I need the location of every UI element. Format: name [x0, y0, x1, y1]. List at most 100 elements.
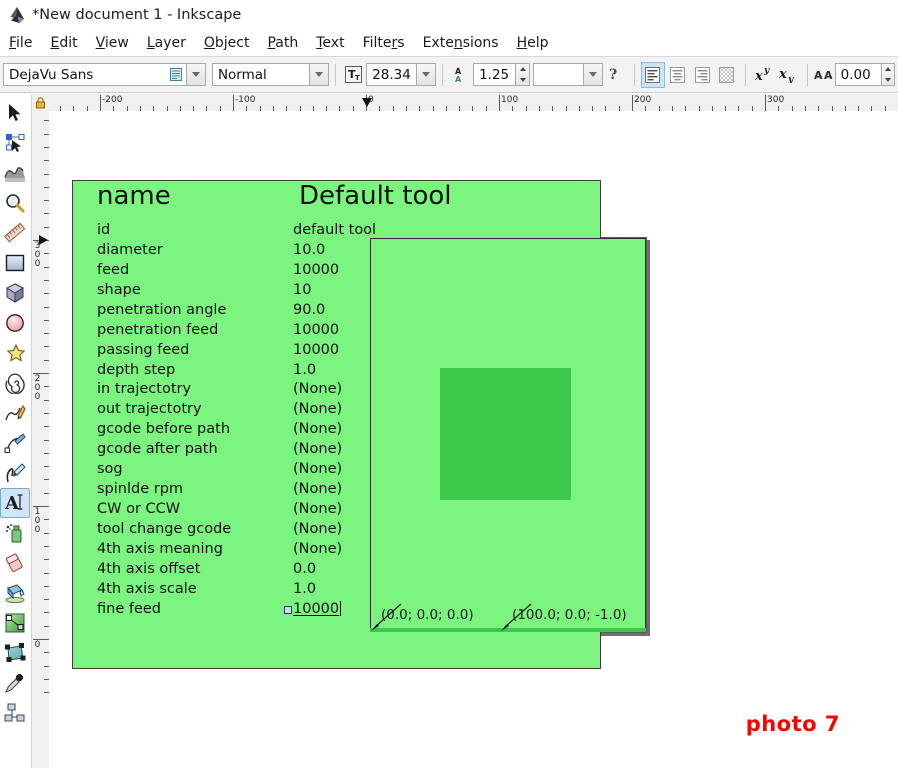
- measure-tool[interactable]: [0, 218, 30, 248]
- selector-tool[interactable]: [0, 98, 30, 128]
- table-row-value[interactable]: 0.0: [293, 561, 316, 577]
- table-row-key[interactable]: shape: [97, 282, 141, 298]
- table-row-key[interactable]: 4th axis scale: [97, 581, 197, 597]
- help-question-icon[interactable]: ?: [603, 62, 627, 88]
- line-spacing-input[interactable]: 1.25: [473, 63, 517, 86]
- letter-spacing-stepper[interactable]: [881, 63, 895, 86]
- stepper-down-icon[interactable]: [519, 77, 526, 82]
- table-row-key[interactable]: penetration angle: [97, 302, 226, 318]
- table-row-value[interactable]: 10: [293, 282, 311, 298]
- line-spacing-units-input[interactable]: [533, 63, 585, 86]
- table-row-value[interactable]: (None): [293, 541, 342, 557]
- table-row-value[interactable]: (None): [293, 441, 342, 457]
- ellipse-tool[interactable]: [0, 308, 30, 338]
- table-row-key[interactable]: spinlde rpm: [97, 481, 183, 497]
- table-row-key[interactable]: tool change gcode: [97, 521, 231, 537]
- table-row-key[interactable]: CW or CCW: [97, 501, 180, 517]
- text-tool[interactable]: A: [0, 488, 30, 518]
- table-row-value[interactable]: 90.0: [293, 302, 325, 318]
- font-size-input[interactable]: 28.34: [366, 63, 417, 86]
- line-spacing-units-dropdown-button[interactable]: [584, 63, 604, 86]
- star-tool[interactable]: [0, 338, 30, 368]
- table-row-value[interactable]: (None): [293, 481, 342, 497]
- font-style-input[interactable]: Normal: [211, 63, 310, 86]
- gradient-tool[interactable]: [0, 608, 30, 638]
- menu-path[interactable]: Path: [258, 33, 307, 53]
- connector-tool[interactable]: [0, 698, 30, 728]
- table-row-value[interactable]: 1.0: [293, 581, 316, 597]
- calligraphy-tool[interactable]: [0, 458, 30, 488]
- table-row-key[interactable]: 4th axis meaning: [97, 541, 223, 557]
- menu-file[interactable]: File: [0, 33, 41, 53]
- dropper-tool[interactable]: [0, 668, 30, 698]
- table-row-key[interactable]: fine feed: [97, 601, 161, 617]
- font-family-dropdown-button[interactable]: [187, 63, 207, 86]
- menu-extensions[interactable]: Extensions: [414, 33, 508, 53]
- superscript-icon[interactable]: x y: [752, 62, 776, 88]
- table-header-value[interactable]: Default tool: [299, 181, 452, 211]
- table-row-key[interactable]: passing feed: [97, 342, 189, 358]
- table-row-key[interactable]: diameter: [97, 242, 163, 258]
- menu-help[interactable]: Help: [508, 33, 558, 53]
- table-row-key[interactable]: penetration feed: [97, 322, 218, 338]
- menu-layer[interactable]: Layer: [138, 33, 195, 53]
- node-tool[interactable]: [0, 128, 30, 158]
- letter-spacing-input[interactable]: 0.00: [834, 63, 882, 86]
- table-row-value[interactable]: 1.0: [293, 362, 316, 378]
- mesh-tool[interactable]: [0, 638, 30, 668]
- stepper-down-icon[interactable]: [884, 77, 891, 82]
- subscript-icon[interactable]: x y: [776, 62, 800, 88]
- table-row-key[interactable]: 4th axis offset: [97, 561, 200, 577]
- green-inner-square[interactable]: [440, 368, 571, 500]
- bucket-fill-tool[interactable]: [0, 578, 30, 608]
- table-row-value[interactable]: 10.0: [293, 242, 325, 258]
- eraser-tool[interactable]: [0, 548, 30, 578]
- ruler-lock-button[interactable]: [32, 94, 49, 111]
- box3d-tool[interactable]: [0, 278, 30, 308]
- table-row-key[interactable]: in trajectotry: [97, 381, 191, 397]
- menu-object[interactable]: Object: [195, 33, 259, 53]
- table-row-key[interactable]: gcode before path: [97, 421, 230, 437]
- pencil-tool[interactable]: [0, 398, 30, 428]
- bezier-tool[interactable]: [0, 428, 30, 458]
- vertical-ruler[interactable]: 0 100 200 300: [32, 111, 50, 768]
- table-row-value[interactable]: 10000: [293, 262, 339, 278]
- table-row-key[interactable]: gcode after path: [97, 441, 218, 457]
- table-row-value[interactable]: (None): [293, 501, 342, 517]
- table-row-value[interactable]: (None): [293, 461, 342, 477]
- spiral-tool[interactable]: [0, 368, 30, 398]
- align-right-icon[interactable]: [690, 62, 715, 88]
- font-family-input[interactable]: DejaVu Sans: [3, 63, 188, 86]
- table-row-value[interactable]: (None): [293, 401, 342, 417]
- menu-view[interactable]: View: [87, 33, 138, 53]
- editing-text[interactable]: 10000: [293, 601, 339, 617]
- table-row-key[interactable]: depth step: [97, 362, 175, 378]
- table-row-key[interactable]: sog: [97, 461, 123, 477]
- table-header-name[interactable]: name: [97, 181, 171, 211]
- table-row-value[interactable]: (None): [293, 521, 342, 537]
- align-justify-icon[interactable]: [714, 62, 739, 88]
- table-row-value[interactable]: 10000: [284, 600, 342, 617]
- document-list-icon[interactable]: [170, 68, 183, 81]
- table-row-key[interactable]: feed: [97, 262, 129, 278]
- menu-edit[interactable]: Edit: [41, 33, 86, 53]
- table-row-value[interactable]: (None): [293, 421, 342, 437]
- table-row-key[interactable]: id: [97, 222, 110, 238]
- table-row-value[interactable]: 10000: [293, 342, 339, 358]
- spray-tool[interactable]: [0, 518, 30, 548]
- stepper-up-icon[interactable]: [519, 67, 526, 72]
- zoom-tool[interactable]: [0, 188, 30, 218]
- drawing-canvas[interactable]: name Default tool id default tool diameter…: [49, 111, 898, 768]
- table-row-value[interactable]: 10000: [293, 322, 339, 338]
- menu-text[interactable]: Text: [307, 33, 353, 53]
- stepper-up-icon[interactable]: [884, 67, 891, 72]
- menu-filters[interactable]: Filters: [354, 33, 414, 53]
- horizontal-ruler[interactable]: -200-1000100200300400: [32, 94, 898, 112]
- line-spacing-stepper[interactable]: [516, 63, 530, 86]
- table-row-value[interactable]: default tool: [293, 222, 376, 238]
- table-row-key[interactable]: out trajectotry: [97, 401, 202, 417]
- tweak-tool[interactable]: [0, 158, 30, 188]
- align-left-icon[interactable]: [640, 61, 666, 88]
- font-size-dropdown-button[interactable]: [416, 63, 436, 86]
- font-style-dropdown-button[interactable]: [309, 63, 329, 86]
